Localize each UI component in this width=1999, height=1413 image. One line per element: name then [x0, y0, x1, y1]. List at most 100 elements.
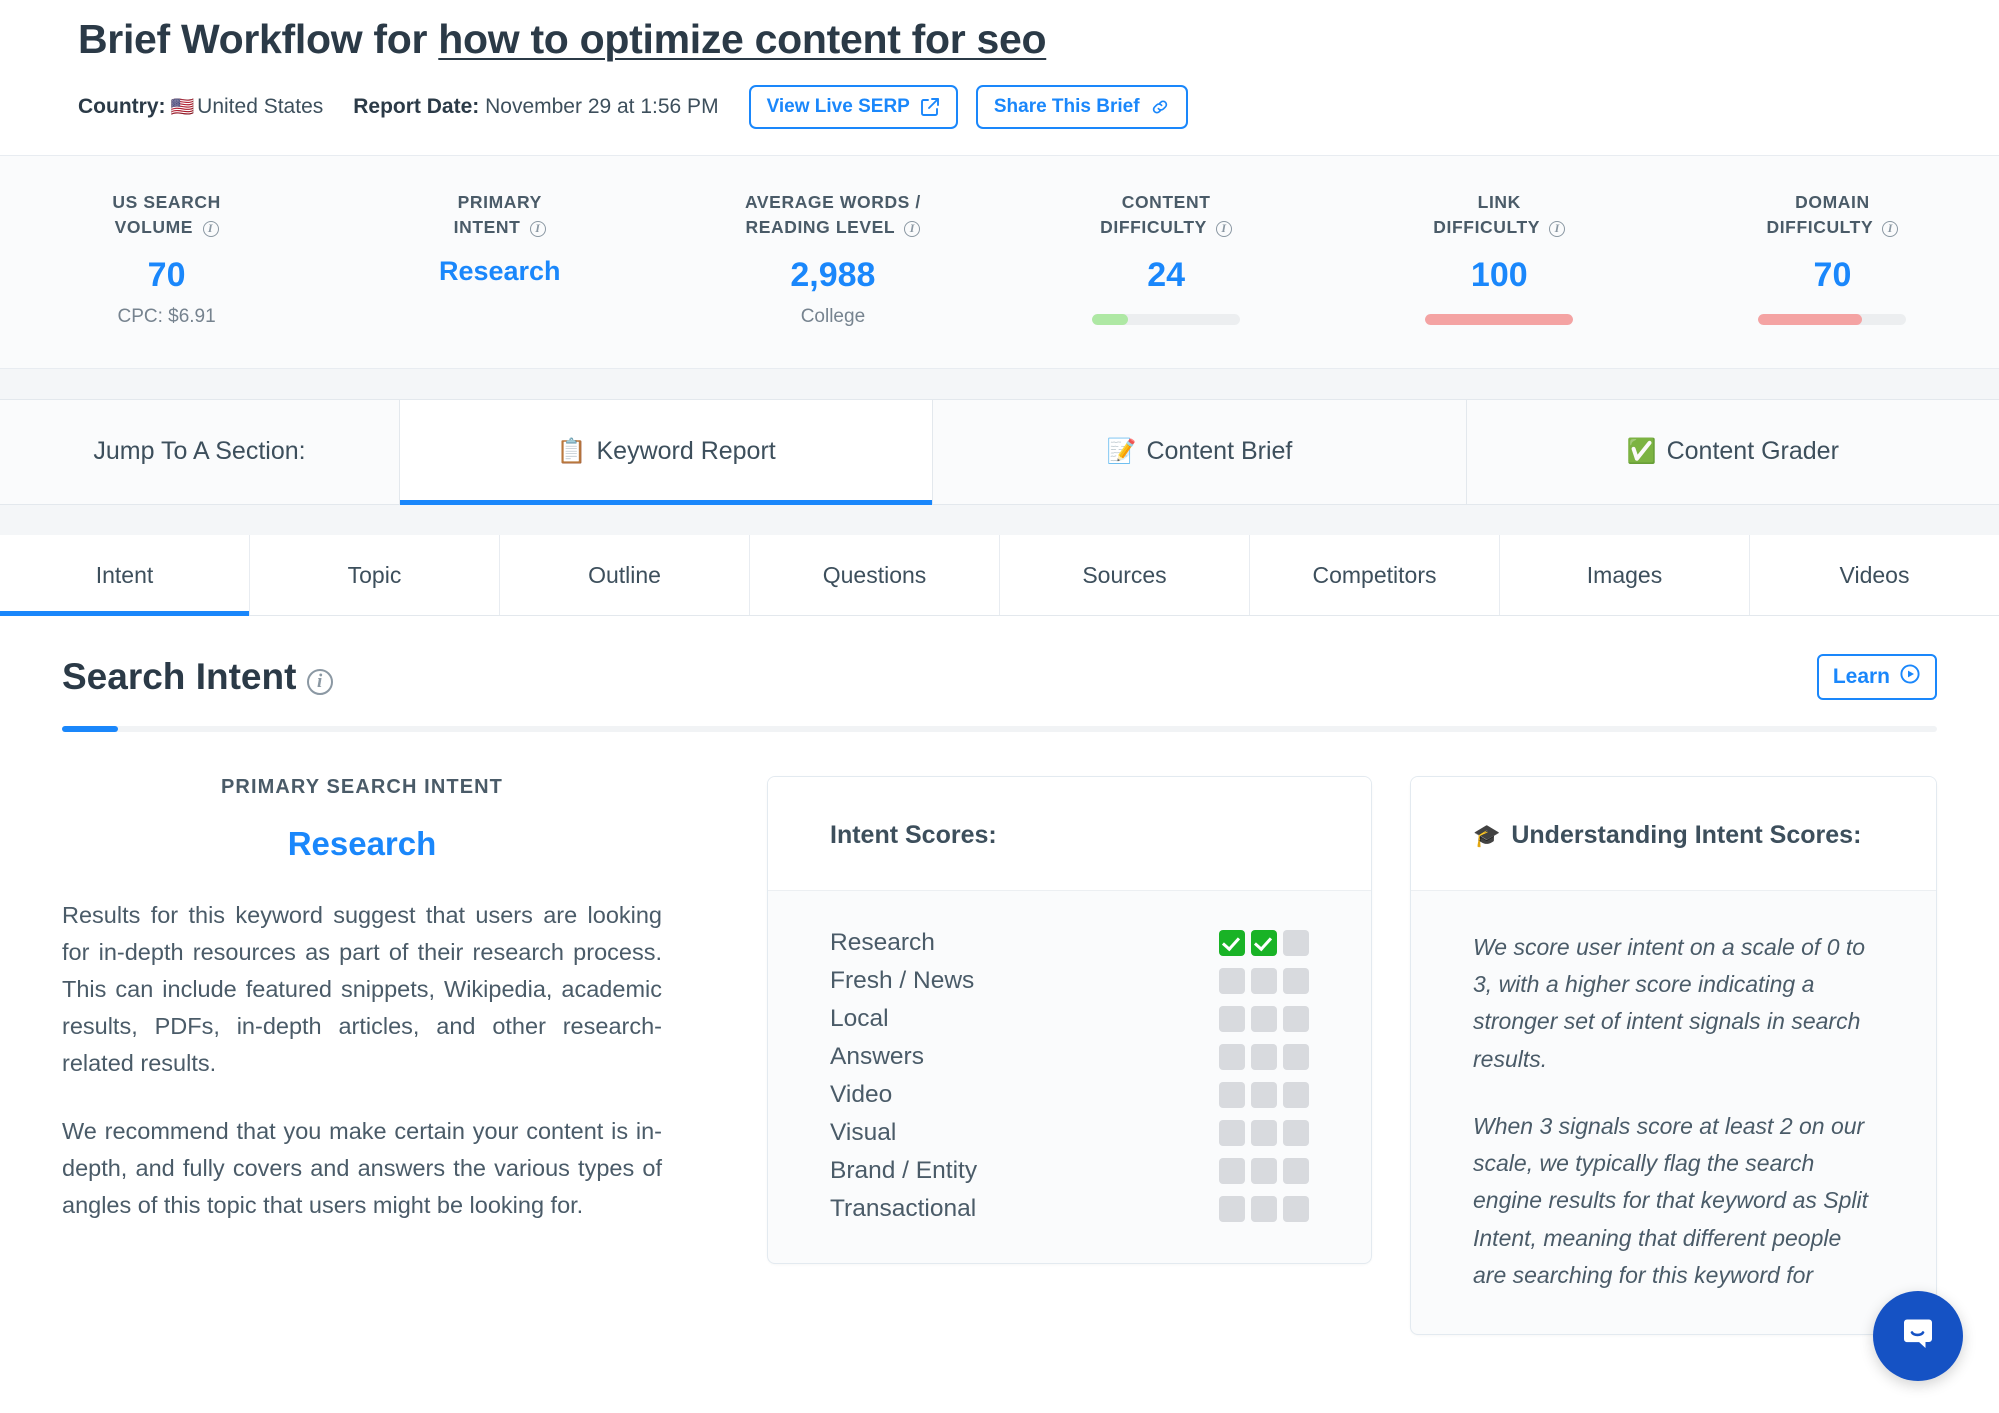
score-box-empty-icon: [1251, 1082, 1277, 1108]
metric-primary-intent: PRIMARY INTENT i Research: [333, 190, 666, 328]
difficulty-bar-fill: [1425, 314, 1573, 325]
share-this-brief-button[interactable]: Share This Brief: [976, 85, 1188, 129]
intent-scores-column: Intent Scores: Research Fresh / News Local…: [767, 776, 1372, 1264]
memo-icon: 📝: [1107, 437, 1137, 466]
page-header: Brief Workflow for how to optimize conte…: [0, 0, 1999, 156]
metric-sub: CPC: $6.91: [10, 306, 323, 328]
score-box-empty-icon: [1219, 1082, 1245, 1108]
view-live-serp-label: View Live SERP: [767, 96, 910, 118]
metric-label: PRIMARY INTENT i: [343, 190, 656, 240]
intent-score-boxes: [1219, 968, 1309, 994]
country-meta: Country:🇺🇸United States: [78, 95, 323, 119]
difficulty-bar-fill: [1092, 314, 1128, 325]
section-tab-content-brief[interactable]: 📝 Content Brief: [933, 400, 1466, 504]
intent-score-boxes: [1219, 1196, 1309, 1222]
tab-videos[interactable]: Videos: [1750, 535, 1999, 615]
intent-scores-list: ResearchFresh / NewsLocalAnswersVideoVis…: [768, 891, 1371, 1263]
info-icon[interactable]: i: [904, 221, 920, 237]
score-box-empty-icon: [1283, 968, 1309, 994]
metric-label-line1: CONTENT: [1122, 192, 1211, 212]
tab-sources[interactable]: Sources: [1000, 535, 1250, 615]
tab-competitors[interactable]: Competitors: [1250, 535, 1500, 615]
understanding-card-title: 🎓 Understanding Intent Scores:: [1411, 777, 1936, 891]
metric-label: LINK DIFFICULTY i: [1343, 190, 1656, 240]
intent-scores-card: Intent Scores: Research Fresh / News Local…: [767, 776, 1372, 1264]
understanding-intent-scores-card: 🎓 Understanding Intent Scores: We score …: [1410, 776, 1937, 1335]
score-box-empty-icon: [1251, 1120, 1277, 1146]
score-box-filled-icon: [1219, 930, 1245, 956]
page-title-keyword: how to optimize content for seo: [438, 16, 1046, 62]
chat-launcher-button[interactable]: [1873, 1291, 1963, 1381]
understanding-card-title-text: Understanding Intent Scores:: [1511, 821, 1861, 849]
page-title-prefix: Brief Workflow for: [78, 16, 438, 62]
info-icon[interactable]: i: [203, 221, 219, 237]
score-box-empty-icon: [1283, 930, 1309, 956]
intent-score-name: Local: [830, 1005, 889, 1033]
difficulty-bar-track: [1758, 314, 1906, 325]
intent-score-boxes: [1219, 930, 1309, 956]
section-title-text: Search Intent: [62, 656, 296, 697]
chat-bubble-icon: [1896, 1312, 1940, 1361]
intent-score-name: Transactional: [830, 1195, 976, 1223]
info-icon[interactable]: i: [307, 669, 333, 695]
difficulty-bar-track: [1425, 314, 1573, 325]
intent-score-row: Research: [830, 929, 1309, 957]
clipboard-icon: 📋: [557, 437, 587, 466]
score-box-empty-icon: [1251, 1044, 1277, 1070]
spacer: [0, 505, 1999, 535]
content-header: Search Intent i Learn: [62, 616, 1937, 726]
score-box-empty-icon: [1219, 968, 1245, 994]
intent-score-row: Fresh / News: [830, 967, 1309, 995]
tab-topic[interactable]: Topic: [250, 535, 500, 615]
tab-outline[interactable]: Outline: [500, 535, 750, 615]
country-value: United States: [197, 95, 323, 118]
app-page: Brief Workflow for how to optimize conte…: [0, 0, 1999, 1413]
metric-label-line2: READING LEVEL: [745, 217, 894, 237]
metric-label: US SEARCH VOLUME i: [10, 190, 323, 240]
intent-paragraph-1: Results for this keyword suggest that us…: [62, 897, 662, 1083]
external-link-icon: [920, 97, 940, 117]
intent-score-row: Local: [830, 1005, 1309, 1033]
metric-us-search-volume: US SEARCH VOLUME i 70 CPC: $6.91: [0, 190, 333, 328]
metric-label-line1: AVERAGE WORDS /: [745, 192, 921, 212]
view-live-serp-button[interactable]: View Live SERP: [749, 85, 958, 129]
score-box-empty-icon: [1219, 1158, 1245, 1184]
metric-label: CONTENT DIFFICULTY i: [1010, 190, 1323, 240]
tab-images[interactable]: Images: [1500, 535, 1750, 615]
info-icon[interactable]: i: [1216, 221, 1232, 237]
score-box-empty-icon: [1251, 1158, 1277, 1184]
metric-value: 24: [1010, 258, 1323, 292]
metric-label-line2: DIFFICULTY: [1766, 217, 1872, 237]
tab-intent[interactable]: Intent: [0, 535, 250, 615]
intent-scores-card-title: Intent Scores:: [768, 777, 1371, 891]
info-icon[interactable]: i: [1882, 221, 1898, 237]
learn-button[interactable]: Learn: [1817, 654, 1937, 700]
score-box-empty-icon: [1283, 1082, 1309, 1108]
score-box-empty-icon: [1219, 1006, 1245, 1032]
metric-label-line1: DOMAIN: [1795, 192, 1870, 212]
understanding-paragraph-2: When 3 signals score at least 2 on our s…: [1473, 1108, 1874, 1294]
section-tab-keyword-report[interactable]: 📋 Keyword Report: [400, 400, 933, 504]
tab-questions[interactable]: Questions: [750, 535, 1000, 615]
intent-score-name: Answers: [830, 1043, 924, 1071]
score-box-empty-icon: [1283, 1120, 1309, 1146]
info-icon[interactable]: i: [530, 221, 546, 237]
score-box-empty-icon: [1283, 1196, 1309, 1222]
metric-domain-difficulty: DOMAIN DIFFICULTY i 70: [1666, 190, 1999, 328]
metric-label-line2: DIFFICULTY: [1433, 217, 1539, 237]
section-tab-label: Content Grader: [1667, 437, 1839, 466]
info-icon[interactable]: i: [1549, 221, 1565, 237]
intent-score-name: Brand / Entity: [830, 1157, 977, 1185]
metric-label-line1: US SEARCH: [112, 192, 220, 212]
section-progress-track: [62, 726, 1937, 732]
sub-tab-bar: Intent Topic Outline Questions Sources C…: [0, 535, 1999, 616]
metrics-strip: US SEARCH VOLUME i 70 CPC: $6.91 PRIMARY…: [0, 156, 1999, 369]
graduation-cap-icon: 🎓: [1473, 823, 1500, 848]
intent-score-row: Brand / Entity: [830, 1157, 1309, 1185]
metric-label-line2: DIFFICULTY: [1100, 217, 1206, 237]
score-box-empty-icon: [1251, 968, 1277, 994]
page-title: Brief Workflow for how to optimize conte…: [78, 14, 1999, 65]
intent-score-boxes: [1219, 1006, 1309, 1032]
section-progress-fill: [62, 726, 118, 732]
section-tab-content-grader[interactable]: ✅ Content Grader: [1467, 400, 1999, 504]
